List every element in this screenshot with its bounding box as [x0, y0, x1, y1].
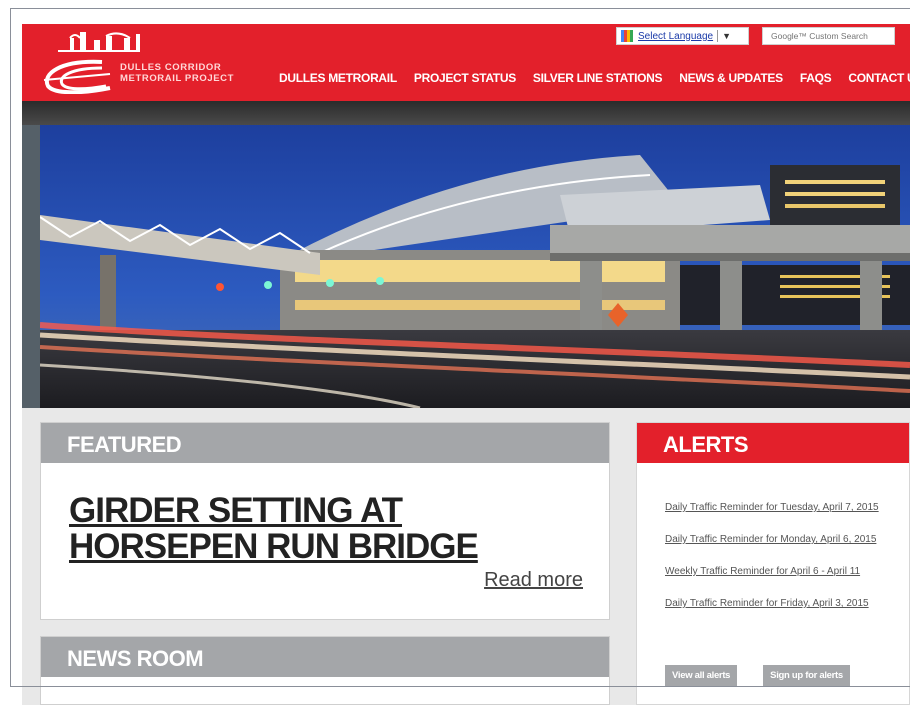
featured-panel: FEATURED GIRDER SETTING AT HORSEPEN RUN … — [40, 422, 610, 620]
featured-heading: FEATURED — [41, 423, 609, 463]
language-select-divider — [717, 30, 719, 42]
alert-list: Daily Traffic Reminder for Tuesday, Apri… — [665, 497, 889, 611]
nav-project-status[interactable]: PROJECT STATUS — [414, 71, 516, 85]
nav-faqs[interactable]: FAQS — [800, 71, 832, 85]
news-room-panel: NEWS ROOM — [40, 636, 610, 705]
alert-link[interactable]: Daily Traffic Reminder for Tuesday, Apri… — [665, 502, 879, 513]
news-room-heading: NEWS ROOM — [41, 637, 609, 677]
hero-left-edge — [22, 125, 40, 408]
view-all-alerts-button[interactable]: View all alerts — [665, 665, 738, 686]
logo-wordmark: DULLES CORRIDOR METRORAIL PROJECT — [120, 62, 234, 84]
featured-article-link[interactable]: GIRDER SETTING AT HORSEPEN RUN BRIDGE — [69, 493, 569, 565]
sign-up-alerts-button[interactable]: Sign up for alerts — [763, 665, 850, 686]
nav-silver-line-stations[interactable]: SILVER LINE STATIONS — [533, 71, 663, 85]
frame-bottom-border — [10, 686, 910, 687]
alerts-heading: ALERTS — [637, 423, 909, 463]
frame-top-border — [10, 8, 910, 9]
nav-contact-us[interactable]: CONTACT US — [848, 71, 910, 85]
alert-item: Weekly Traffic Reminder for April 6 - Ap… — [665, 561, 889, 579]
search-input[interactable] — [762, 27, 895, 45]
logo-line-1: DULLES CORRIDOR — [120, 62, 222, 73]
logo-line-2: METRORAIL PROJECT — [120, 73, 235, 84]
alerts-panel: ALERTS Daily Traffic Reminder for Tuesda… — [636, 422, 910, 705]
read-more-link[interactable]: Read more — [484, 569, 583, 592]
metrorail-logo-icon — [43, 32, 140, 95]
alert-actions: View all alerts Sign up for alerts — [665, 665, 850, 686]
alert-item: Daily Traffic Reminder for Tuesday, Apri… — [665, 497, 889, 515]
header-shadow-bar — [22, 101, 910, 125]
main-nav: DULLES METRORAIL PROJECT STATUS SILVER L… — [279, 71, 910, 85]
alert-item: Daily Traffic Reminder for Friday, April… — [665, 593, 889, 611]
site-header: DULLES CORRIDOR METRORAIL PROJECT Select… — [22, 24, 910, 101]
station-photo-image — [40, 125, 910, 408]
language-select-label: Select Language — [638, 30, 714, 42]
site-logo[interactable]: DULLES CORRIDOR METRORAIL PROJECT — [40, 28, 240, 95]
language-select[interactable]: Select Language ▼ — [616, 27, 749, 45]
frame-left-border — [10, 8, 11, 687]
alert-link[interactable]: Daily Traffic Reminder for Monday, April… — [665, 534, 876, 545]
alert-link[interactable]: Daily Traffic Reminder for Friday, April… — [665, 598, 869, 609]
nav-news-updates[interactable]: NEWS & UPDATES — [679, 71, 783, 85]
website: DULLES CORRIDOR METRORAIL PROJECT Select… — [22, 24, 910, 705]
hero-photo — [40, 125, 910, 408]
nav-dulles-metrorail[interactable]: DULLES METRORAIL — [279, 71, 397, 85]
alert-item: Daily Traffic Reminder for Monday, April… — [665, 529, 889, 547]
chevron-down-icon: ▼ — [722, 31, 731, 41]
google-translate-icon — [621, 30, 635, 42]
alert-link[interactable]: Weekly Traffic Reminder for April 6 - Ap… — [665, 566, 860, 577]
